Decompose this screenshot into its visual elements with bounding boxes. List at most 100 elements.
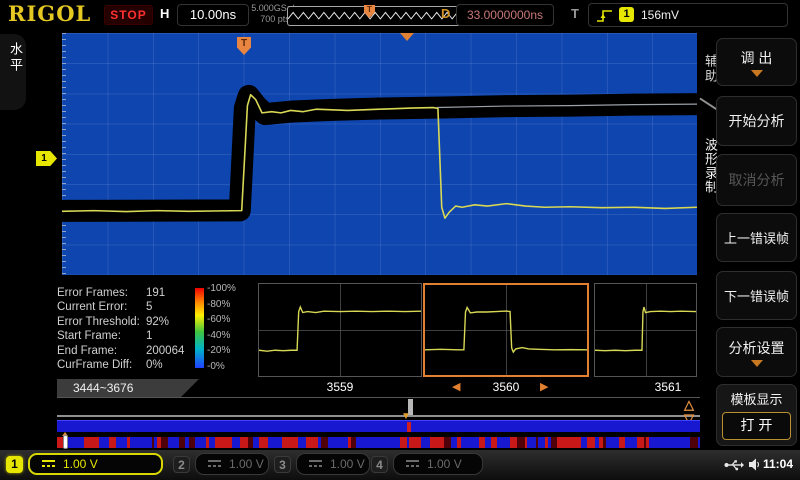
analysis-info: Error Frames:191 Current Error:5 Error T…: [57, 286, 192, 372]
frame-scrollbar[interactable]: [57, 397, 700, 417]
frame-number-3561: 3561: [628, 380, 708, 395]
channel3-scale-value: 1.00 V: [330, 457, 365, 471]
delay-value[interactable]: 33.0000000ns: [456, 4, 554, 26]
trigger-level-value: 156mV: [641, 8, 679, 22]
frame-preview-3559[interactable]: [258, 283, 422, 377]
frame-preview-3561[interactable]: [594, 283, 697, 377]
timebase-value[interactable]: 10.00ns: [177, 4, 249, 26]
frame-preview-3560-selected[interactable]: [423, 283, 589, 377]
error-strip-segment: [87, 437, 95, 448]
menu-button-start-analysis[interactable]: 开始分析: [716, 96, 797, 146]
error-strip-segment: [195, 437, 202, 448]
channel2-scale-box[interactable]: 1.00 V: [195, 453, 269, 475]
menu-button-next-error-frame[interactable]: 下一错误帧: [716, 271, 797, 320]
error-strip-segment: [563, 437, 570, 448]
menu-button-recall[interactable]: 调 出: [716, 38, 797, 86]
error-frame-strip[interactable]: [57, 437, 702, 448]
channel1-badge[interactable]: 1: [6, 456, 23, 473]
info-row: Error Threshold:92%: [57, 315, 192, 329]
scale-tick: -100%: [207, 283, 236, 294]
error-strip-segment: [497, 437, 505, 448]
error-strip-segment: [74, 437, 82, 448]
channel4-badge[interactable]: 4: [371, 456, 388, 473]
coupling-icon: [309, 460, 322, 468]
dropdown-arrow-icon: [751, 70, 763, 77]
usb-icon: [724, 459, 744, 471]
prev-frame-arrow-icon[interactable]: ◀: [452, 380, 460, 395]
error-strip-segment: [611, 437, 619, 448]
rigol-logo: RIGOL: [8, 1, 91, 26]
scale-tick: -40%: [207, 330, 236, 341]
frame-number-3559: 3559: [300, 380, 380, 395]
oscilloscope-screen: RIGOL STOP H 10.00ns 5.000GSa/s 700 pts …: [0, 0, 800, 480]
info-row: Current Error:5: [57, 300, 192, 314]
error-strip-segment: [341, 437, 348, 448]
error-color-scale: [195, 288, 204, 368]
error-strip-segment: [444, 437, 451, 448]
channel1-scale-box[interactable]: 1.00 V: [28, 453, 163, 475]
error-strip-segment: [285, 437, 292, 448]
menu-button-analysis-settings[interactable]: 分析设置: [716, 327, 797, 377]
info-row: Start Frame:1: [57, 329, 192, 343]
waveform-display: T: [62, 33, 697, 275]
info-row: Error Frames:191: [57, 286, 192, 300]
record-position-bar[interactable]: ▼: [57, 420, 702, 432]
coupling-icon: [208, 460, 221, 468]
menu-button-cancel-analysis[interactable]: 取消分析: [716, 154, 797, 206]
menu-button-label: 开始分析: [729, 111, 785, 131]
template-display-label: 模板显示: [717, 389, 796, 408]
horizontal-label: H: [160, 6, 169, 21]
error-strip-segment: [628, 437, 635, 448]
dropdown-arrow-icon: [751, 360, 763, 367]
preview-trace: [425, 308, 587, 353]
current-frame-marker-icon: ▼: [401, 412, 411, 422]
menu-button-label: 上一错误帧: [724, 228, 789, 247]
trigger-label: T: [571, 6, 579, 21]
clock-time: 11:04: [763, 457, 793, 471]
error-strip-segment: [690, 437, 698, 448]
error-strip-segment: [240, 437, 248, 448]
error-strip-segment: [570, 437, 578, 448]
next-frame-arrow-icon[interactable]: ▶: [540, 380, 548, 395]
channel2-badge[interactable]: 2: [173, 456, 190, 473]
error-strip-segment: [677, 437, 684, 448]
error-strip-segment: [510, 437, 517, 448]
scale-tick: -0%: [207, 361, 236, 372]
coupling-icon: [42, 460, 55, 468]
run-state-button[interactable]: STOP: [104, 5, 153, 25]
menu-button-template-display[interactable]: 模板显示 打 开: [716, 384, 797, 446]
horizontal-menu-label: 水平: [6, 42, 25, 74]
error-strip-segment: [538, 437, 545, 448]
error-strip-segment: [130, 437, 137, 448]
channel-status-bar: 1 1.00 V 2 1.00 V 3 1.00 V 4 1.00 V: [0, 450, 800, 480]
scale-tick: -80%: [207, 299, 236, 310]
scroll-up-icon[interactable]: △: [684, 398, 694, 411]
channel4-scale-value: 1.00 V: [427, 457, 462, 471]
error-strip-segment: [356, 437, 363, 448]
channel3-badge[interactable]: 3: [274, 456, 291, 473]
channel1-position-marker[interactable]: 1: [36, 151, 57, 166]
frame-range-tab: 3444~3676: [57, 379, 199, 397]
error-strip-slider[interactable]: [62, 432, 69, 449]
slider-handle[interactable]: [63, 435, 68, 449]
error-strip-segment: [101, 437, 109, 448]
delay-label: D: [441, 6, 450, 21]
template-display-value[interactable]: 打 开: [722, 412, 791, 440]
error-strip-segment: [655, 437, 662, 448]
error-strip-segment: [363, 437, 371, 448]
error-strip-segment: [311, 437, 318, 448]
error-strip-segment: [637, 437, 644, 448]
error-strip-segment: [529, 437, 536, 448]
current-error-marker: [407, 422, 411, 432]
channel1-scale-value: 1.00 V: [63, 457, 98, 471]
menu-button-label: 下一错误帧: [724, 286, 789, 305]
error-strip-segment: [145, 437, 152, 448]
channel4-scale-box[interactable]: 1.00 V: [393, 453, 483, 475]
info-row: End Frame:200064: [57, 344, 192, 358]
left-panel: 水平 1: [0, 28, 62, 450]
error-strip-segment: [321, 437, 328, 448]
trigger-info-box[interactable]: 1 156mV: [588, 3, 788, 27]
error-strip-segment: [430, 437, 438, 448]
channel3-scale-box[interactable]: 1.00 V: [296, 453, 370, 475]
menu-button-prev-error-frame[interactable]: 上一错误帧: [716, 213, 797, 262]
